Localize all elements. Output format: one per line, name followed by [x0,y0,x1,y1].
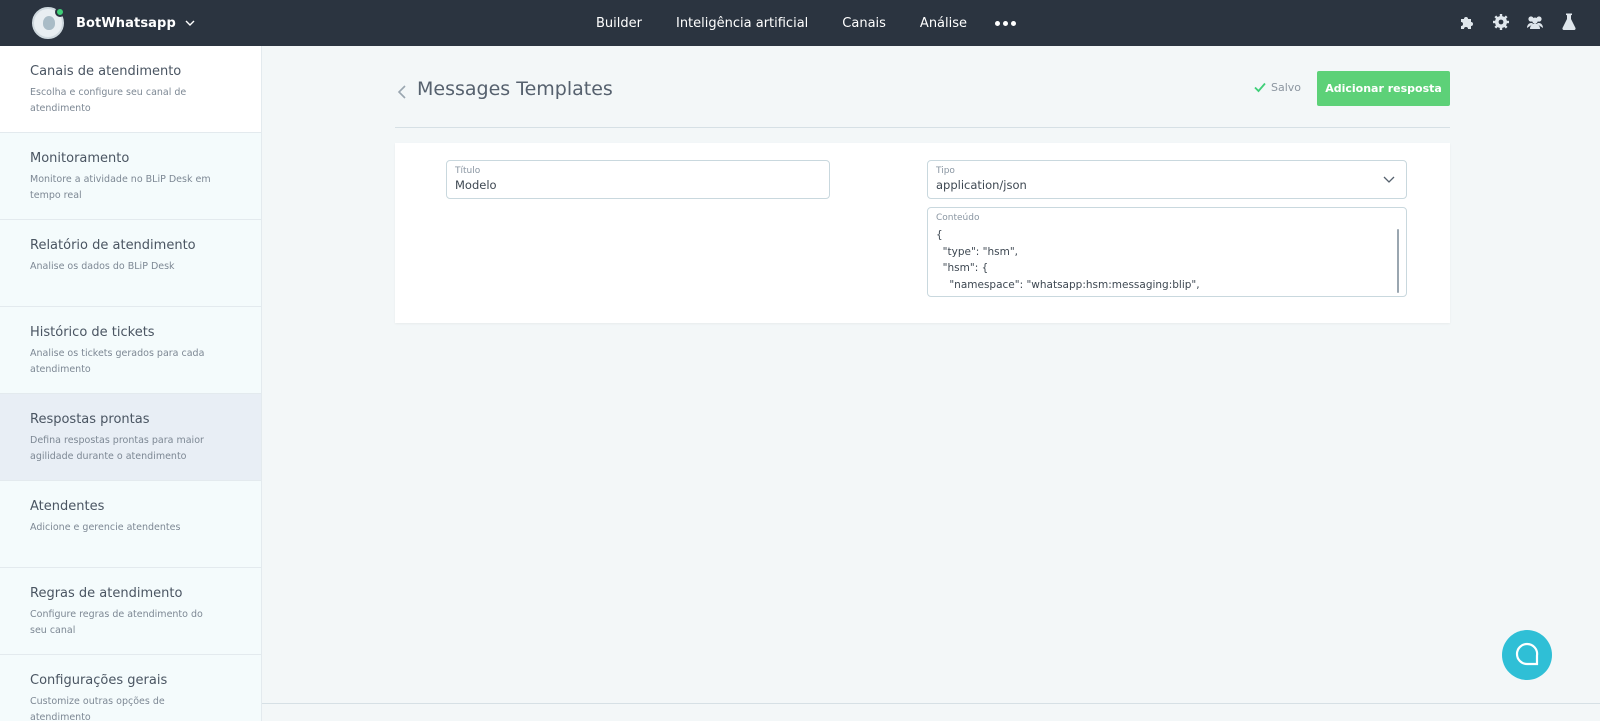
nav-analise[interactable]: Análise [920,16,967,31]
title-field[interactable]: Título Modelo [446,160,830,199]
page-title: Messages Templates [417,78,613,100]
bot-avatar [32,7,65,39]
puzzle-icon[interactable] [1456,11,1478,33]
sidebar-item-desc: Monitore a atividade no BLiP Desk em tem… [30,174,211,201]
top-bar: BotWhatsapp Builder Inteligência artific… [0,0,1600,46]
chat-bubble-icon [1515,642,1539,666]
chevron-down-icon [185,20,195,26]
chevron-down-icon [1383,176,1395,183]
main-content: Messages Templates Salvo Adicionar respo… [262,46,1600,721]
sidebar-item-desc: Configure regras de atendimento do seu c… [30,609,203,636]
sidebar-item-desc: Analise os dados do BLiP Desk [30,261,175,272]
sidebar-item-historico-de-tickets[interactable]: Histórico de tickets Analise os tickets … [0,307,261,394]
gear-icon[interactable] [1490,11,1512,33]
sidebar-item-respostas-prontas[interactable]: Respostas prontas Defina respostas pront… [0,394,261,481]
flask-icon[interactable] [1558,11,1580,33]
sidebar-item-desc: Adicione e gerencie atendentes [30,522,181,533]
sidebar-item-atendentes[interactable]: Atendentes Adicione e gerencie atendente… [0,481,261,568]
more-icon[interactable] [995,20,1017,26]
divider [262,703,1600,704]
type-select-value: application/json [936,178,1027,192]
sidebar-item-title: Monitoramento [30,151,130,166]
top-icons [1456,11,1580,33]
nav-builder[interactable]: Builder [596,16,642,31]
sidebar-item-desc: Analise os tickets gerados para cada ate… [30,348,205,375]
sidebar-item-title: Atendentes [30,499,105,514]
content-textarea[interactable]: { "type": "hsm", "hsm": { "namespace": "… [936,227,1398,293]
add-response-button[interactable]: Adicionar resposta [1317,71,1450,106]
chat-help-button[interactable] [1502,630,1552,680]
sidebar-item-desc: Escolha e configure seu canal de atendim… [30,87,187,114]
bot-selector[interactable]: BotWhatsapp [32,6,196,40]
page-header: Messages Templates Salvo Adicionar respo… [395,68,1450,128]
sidebar-item-configuracoes-gerais[interactable]: Configurações gerais Customize outras op… [0,655,261,721]
sidebar-item-title: Regras de atendimento [30,586,183,601]
sidebar-item-desc: Customize outras opções de atendimento [30,696,165,721]
sidebar-item-regras-de-atendimento[interactable]: Regras de atendimento Configure regras d… [0,568,261,655]
sidebar-item-relatorio-de-atendimento[interactable]: Relatório de atendimento Analise os dado… [0,220,261,307]
sidebar-item-title: Respostas prontas [30,412,150,427]
title-field-label: Título [455,166,481,176]
online-status-dot [55,7,65,17]
content-scrollbar[interactable] [1397,229,1399,293]
main-nav: Builder Inteligência artificial Canais A… [596,0,1017,46]
check-icon [1254,82,1266,93]
chevron-left-icon[interactable] [395,82,409,102]
sidebar: Canais de atendimento Escolha e configur… [0,46,262,721]
template-form-card: Título Modelo Tipo application/json Cont… [395,143,1450,323]
content-field-label: Conteúdo [936,213,980,223]
team-icon[interactable] [1524,11,1546,33]
nav-inteligencia-artificial[interactable]: Inteligência artificial [676,16,808,31]
sidebar-item-monitoramento[interactable]: Monitoramento Monitore a atividade no BL… [0,133,261,220]
sidebar-item-desc: Defina respostas prontas para maior agil… [30,435,204,462]
type-select[interactable]: Tipo application/json [927,160,1407,199]
bot-name: BotWhatsapp [76,15,176,31]
sidebar-item-title: Relatório de atendimento [30,238,196,253]
saved-label: Salvo [1271,80,1302,94]
sidebar-item-title: Configurações gerais [30,673,168,688]
sidebar-item-title: Canais de atendimento [30,64,182,79]
saved-status: Salvo [1253,80,1301,94]
sidebar-item-canais-de-atendimento[interactable]: Canais de atendimento Escolha e configur… [0,46,261,133]
type-select-label: Tipo [936,166,955,176]
sidebar-item-title: Histórico de tickets [30,325,155,340]
nav-canais[interactable]: Canais [842,16,886,31]
title-input[interactable]: Modelo [455,178,821,192]
content-field[interactable]: Conteúdo { "type": "hsm", "hsm": { "name… [927,207,1407,297]
